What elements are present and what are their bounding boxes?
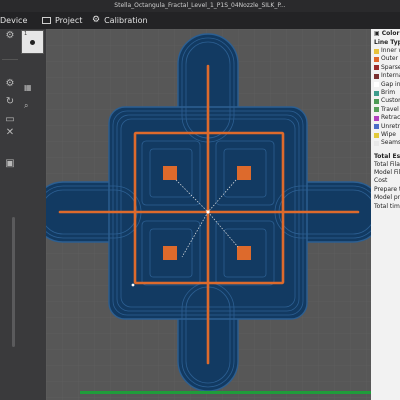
- toolbar-divider: [2, 59, 18, 60]
- legend-item[interactable]: Wipe: [371, 131, 400, 139]
- legend-item[interactable]: Inner w: [371, 47, 400, 55]
- refresh-icon[interactable]: ↻: [3, 95, 17, 109]
- menu-project-label: Project: [55, 16, 83, 25]
- legend-color-swatch: [374, 73, 379, 79]
- legend-item[interactable]: Unretra: [371, 123, 400, 131]
- menu-calibration-label: Calibration: [104, 16, 148, 25]
- left-toolbar: ⚙ ⚙ ↻ ▭ ✕ ▣: [0, 29, 20, 400]
- legend-item[interactable]: Interna: [371, 72, 400, 80]
- line-type-header: Line Type: [374, 39, 400, 46]
- estimation-stat: Model Fila: [374, 169, 400, 177]
- menu-project[interactable]: Project: [42, 12, 82, 29]
- legend-panel: ▣ Color Line Type Inner wOuter wSparseIn…: [371, 29, 400, 400]
- grid-view-icon[interactable]: ▦: [24, 83, 40, 93]
- legend-item[interactable]: Sparse: [371, 64, 400, 72]
- estimation-stat: Prepare ti: [374, 185, 400, 193]
- legend-color-swatch: [374, 48, 379, 54]
- estimation-stat: Cost: [374, 177, 388, 185]
- legend-item[interactable]: Gap infi: [371, 81, 400, 89]
- calibration-gear-icon: ⚙: [92, 15, 101, 25]
- seam-marker: [206, 210, 210, 214]
- legend-item[interactable]: Retract: [371, 114, 400, 122]
- legend-color-swatch: [374, 132, 379, 138]
- legend-color-swatch: [374, 57, 379, 63]
- menu-device-label: Device: [0, 16, 28, 25]
- legend-color-swatch: [374, 82, 379, 88]
- legend-color-swatch: [374, 99, 379, 105]
- estimation-stats: Total FilamModel FilaCostPrepare tiModel…: [371, 161, 400, 211]
- legend-item[interactable]: Travel: [371, 106, 400, 114]
- slicing-progress-bar: [80, 391, 371, 394]
- legend-item-label: Sparse: [381, 63, 400, 71]
- legend-item[interactable]: Custom: [371, 97, 400, 105]
- layers-view-icon[interactable]: ▭: [3, 113, 17, 127]
- window-title: Stella_Octangula_Fractal_Level_1_P1S_04N…: [114, 2, 286, 9]
- estimation-header: Total Esti: [374, 152, 400, 160]
- left-scrollbar[interactable]: [12, 217, 15, 347]
- legend-color-swatch: [374, 90, 379, 96]
- legend-item-label: Gap infi: [381, 80, 400, 88]
- seam-marker: [131, 283, 135, 287]
- menu-device[interactable]: Device: [0, 12, 27, 29]
- toolpath-preview: [46, 29, 371, 400]
- legend-item[interactable]: Outer w: [371, 55, 400, 63]
- legend-item-label: Interna: [381, 72, 400, 80]
- search-icon[interactable]: ⌕: [24, 101, 40, 111]
- color-scheme-label[interactable]: ▣ Color: [371, 29, 400, 38]
- plate-object-dot: [30, 40, 35, 45]
- window-titlebar: Stella_Octangula_Fractal_Level_1_P1S_04N…: [0, 0, 400, 12]
- plate-thumbnail[interactable]: 1: [21, 30, 44, 54]
- menu-bar: Device Project ⚙ Calibration: [0, 12, 400, 29]
- line-type-list: Inner wOuter wSparseInternaGap infiBrimC…: [371, 47, 400, 148]
- 3d-preview-viewport[interactable]: [46, 29, 371, 400]
- legend-item-label: Wipe: [381, 130, 396, 138]
- estimation-stat: Model pri: [374, 194, 400, 202]
- legend-item-label: Custom: [381, 97, 400, 105]
- project-icon: [42, 17, 51, 24]
- legend-item[interactable]: Seams: [371, 139, 400, 147]
- estimation-stat: Total Filam: [374, 160, 400, 168]
- settings-gear-icon[interactable]: ⚙: [3, 29, 17, 43]
- legend-color-swatch: [374, 140, 379, 146]
- legend-item-label: Unretra: [381, 122, 400, 130]
- plate-thumbnail-column: 1 ▦ ⌕: [20, 29, 46, 400]
- rotate-gear-icon[interactable]: ⚙: [3, 77, 17, 91]
- close-icon[interactable]: ✕: [3, 126, 17, 140]
- legend-item-label: Travel: [381, 105, 399, 113]
- legend-item-label: Inner w: [381, 47, 400, 54]
- legend-item-label: Seams: [381, 139, 400, 147]
- legend-color-swatch: [374, 107, 379, 113]
- estimation-stat: Total tim: [374, 202, 400, 210]
- legend-item-label: Retract: [381, 114, 400, 122]
- legend-item-label: Brim: [381, 88, 396, 96]
- legend-item-label: Outer w: [381, 55, 400, 63]
- legend-color-swatch: [374, 124, 379, 130]
- plate-number: 1: [24, 31, 28, 37]
- toolbar-icon[interactable]: ▣: [3, 157, 17, 171]
- legend-item[interactable]: Brim: [371, 89, 400, 97]
- legend-color-swatch: [374, 65, 379, 71]
- menu-calibration[interactable]: ⚙ Calibration: [92, 12, 148, 29]
- legend-color-swatch: [374, 115, 379, 121]
